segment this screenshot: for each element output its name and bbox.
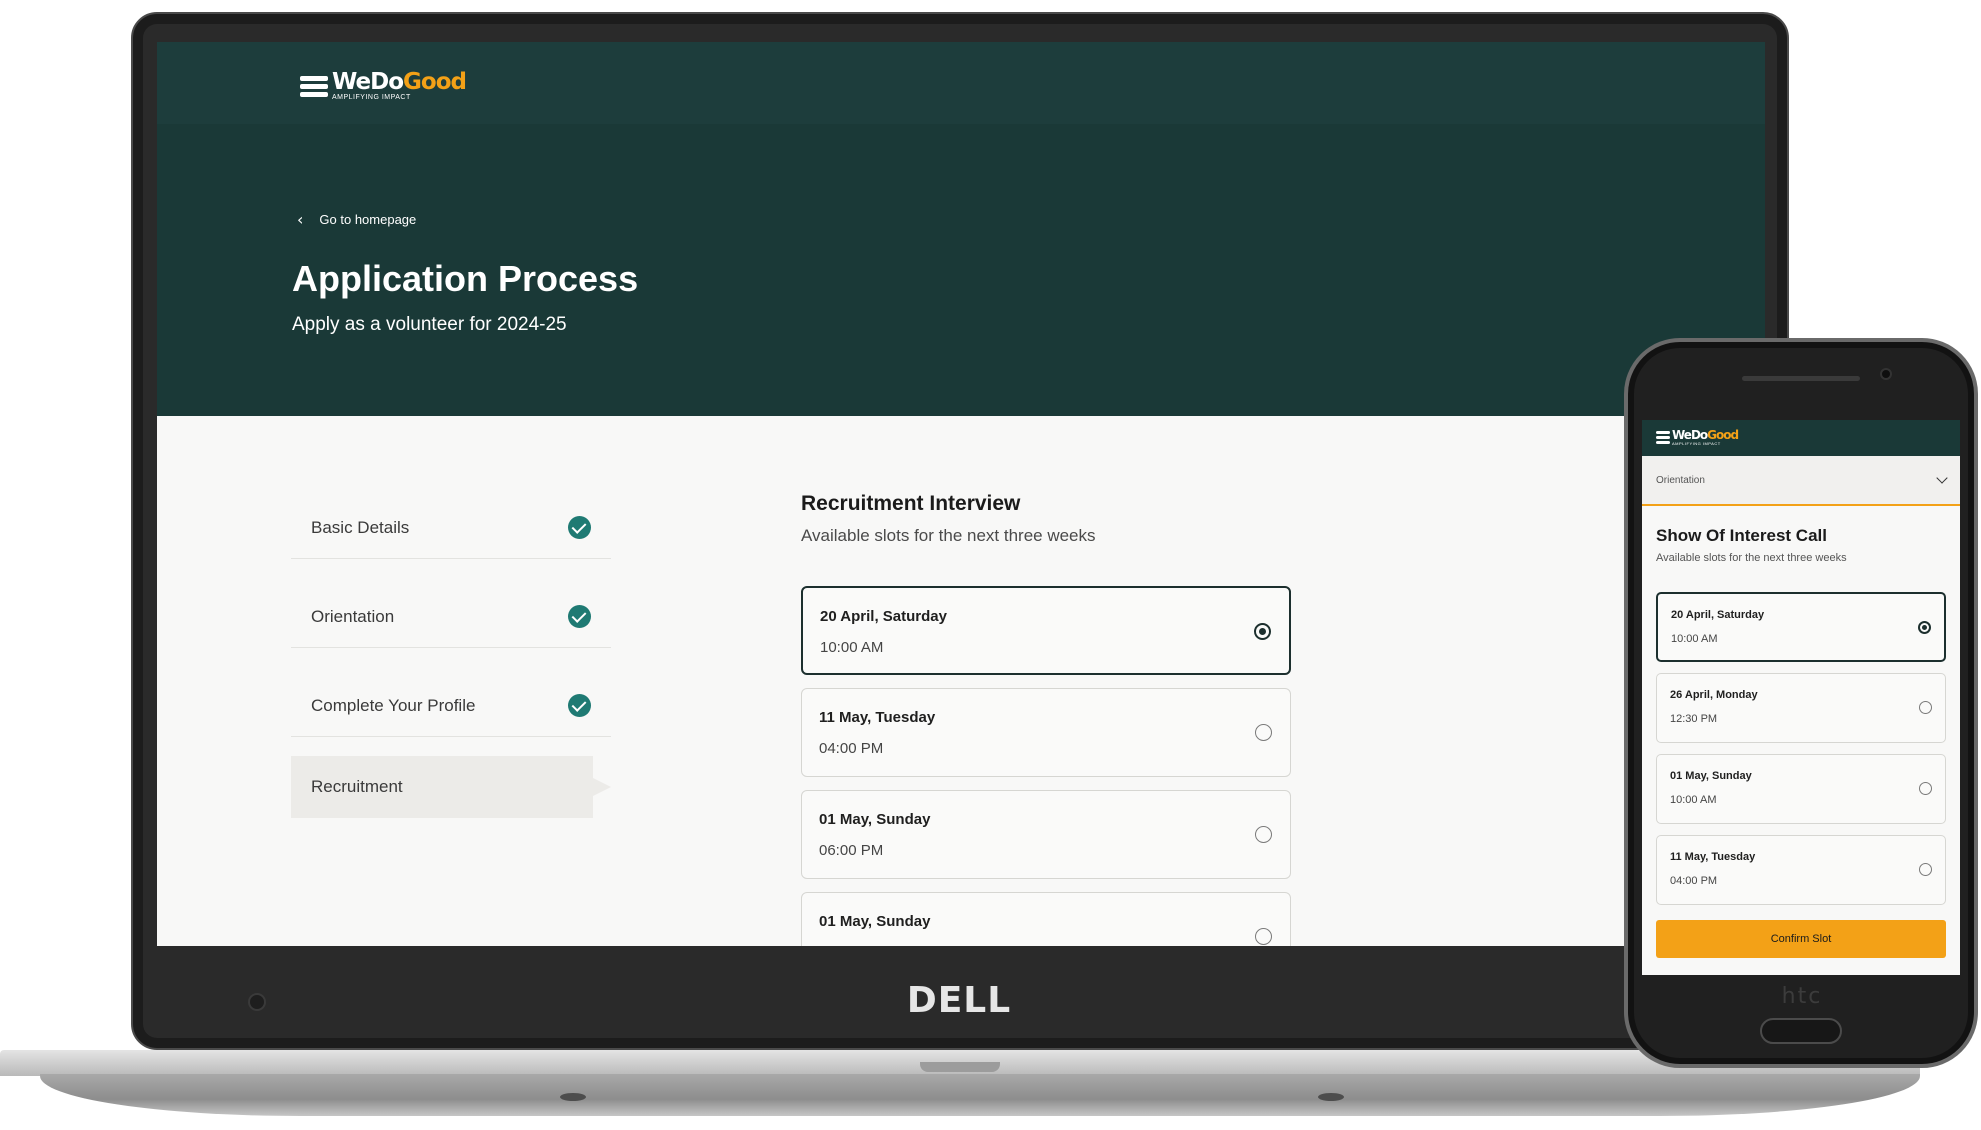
slot-time: 10:00 AM: [1671, 633, 1718, 645]
slot-time: 04:00 PM: [819, 740, 884, 757]
slot-time: 12:30 PM: [1670, 713, 1718, 725]
logo-text-good: Good: [403, 69, 467, 95]
radio-icon[interactable]: [1919, 782, 1932, 795]
logo-tagline: AMPLIFYING IMPACT: [332, 94, 411, 101]
section-title: Recruitment Interview: [801, 492, 1021, 515]
phone-camera: [1880, 368, 1892, 380]
go-to-homepage-link[interactable]: ‹ Go to homepage: [297, 210, 416, 229]
dropdown-value: Orientation: [1656, 474, 1705, 486]
dell-logo: DELL: [906, 980, 1012, 1021]
slot-date: 11 May, Tuesday: [819, 709, 936, 726]
slot-time: 10:00 AM: [1670, 794, 1717, 806]
laptop-foot: [1318, 1093, 1344, 1101]
slot-date: 26 April, Monday: [1670, 689, 1758, 701]
slot-date: 20 April, Saturday: [1671, 609, 1765, 621]
step-label: Complete Your Profile: [311, 695, 476, 715]
chevron-left-icon: ‹: [297, 210, 304, 229]
device-mockup-stage: DELL WeDoGood AMPLIFYING IMPACT ‹ Go to …: [0, 0, 1981, 1130]
laptop-webcam: [248, 993, 266, 1011]
step-label: Basic Details: [311, 517, 410, 537]
section-title: Show Of Interest Call: [1656, 526, 1827, 545]
confirm-slot-button[interactable]: Confirm Slot: [1656, 920, 1946, 958]
radio-icon[interactable]: [1919, 863, 1932, 876]
slot-date: 11 May, Tuesday: [1670, 851, 1756, 863]
brand-logo[interactable]: WeDoGood AMPLIFYING IMPACT: [300, 69, 467, 101]
logo-stack-icon: [1656, 431, 1670, 444]
phone-navbar: WeDoGood AMPLIFYING IMPACT: [1642, 420, 1960, 456]
slot-option[interactable]: 11 May, Tuesday 04:00 PM: [1656, 835, 1946, 905]
back-link-label: Go to homepage: [319, 212, 417, 227]
slot-option[interactable]: 01 May, Sunday 06:00 PM: [801, 790, 1291, 879]
page-title: Application Process: [292, 258, 639, 299]
slot-time: 06:00 PM: [819, 842, 884, 859]
step-orientation[interactable]: Orientation: [291, 586, 611, 648]
laptop-base-bottom: [40, 1074, 1920, 1116]
laptop-foot: [560, 1093, 586, 1101]
slot-date: 01 May, Sunday: [819, 913, 931, 930]
slot-date: 20 April, Saturday: [820, 608, 947, 625]
logo-text-wedo: WeDo: [332, 69, 404, 95]
radio-selected-icon[interactable]: [1254, 623, 1271, 640]
phone-speaker: [1742, 376, 1860, 381]
chevron-down-icon: [1936, 472, 1948, 484]
step-basic-details[interactable]: Basic Details: [291, 497, 611, 559]
slot-option[interactable]: 01 May, Sunday: [801, 892, 1291, 946]
top-navbar: WeDoGood AMPLIFYING IMPACT: [157, 42, 1765, 124]
section-subtitle: Available slots for the next three weeks: [801, 526, 1096, 545]
step-label: Recruitment: [311, 777, 403, 796]
logo-text-wedo: WeDo: [1672, 428, 1708, 442]
slot-time: 10:00 AM: [820, 639, 884, 656]
step-dropdown[interactable]: Orientation: [1642, 456, 1960, 506]
step-complete-profile[interactable]: Complete Your Profile: [291, 675, 611, 737]
radio-icon[interactable]: [1255, 724, 1272, 741]
slot-date: 01 May, Sunday: [819, 811, 931, 828]
brand-logo[interactable]: WeDoGood AMPLIFYING IMPACT: [1656, 428, 1739, 446]
step-recruitment[interactable]: Recruitment: [291, 756, 611, 818]
laptop-screen: WeDoGood AMPLIFYING IMPACT ‹ Go to homep…: [157, 42, 1765, 946]
slot-date: 01 May, Sunday: [1670, 770, 1752, 782]
page-subtitle: Apply as a volunteer for 2024-25: [292, 314, 567, 335]
slot-option[interactable]: 20 April, Saturday 10:00 AM: [801, 586, 1291, 675]
check-circle-icon: [568, 605, 591, 628]
radio-selected-icon[interactable]: [1918, 621, 1931, 634]
check-circle-icon: [568, 516, 591, 539]
slot-time: 04:00 PM: [1670, 875, 1718, 887]
logo-stack-icon: [300, 75, 328, 97]
laptop-notch: [920, 1062, 1000, 1072]
slot-option[interactable]: 01 May, Sunday 10:00 AM: [1656, 754, 1946, 824]
phone-home-button: [1760, 1018, 1842, 1044]
slot-option[interactable]: 26 April, Monday 12:30 PM: [1656, 673, 1946, 743]
phone-screen: WeDoGood AMPLIFYING IMPACT Orientation S…: [1642, 420, 1960, 975]
section-subtitle: Available slots for the next three weeks: [1656, 552, 1847, 564]
step-label: Orientation: [311, 606, 395, 626]
slot-option[interactable]: 11 May, Tuesday 04:00 PM: [801, 688, 1291, 777]
logo-text-good: Good: [1707, 428, 1739, 442]
check-circle-icon: [568, 694, 591, 717]
radio-icon[interactable]: [1255, 826, 1272, 843]
radio-icon[interactable]: [1919, 701, 1932, 714]
slot-option[interactable]: 20 April, Saturday 10:00 AM: [1656, 592, 1946, 662]
htc-logo: htc: [1781, 984, 1823, 1009]
radio-icon[interactable]: [1255, 928, 1272, 945]
